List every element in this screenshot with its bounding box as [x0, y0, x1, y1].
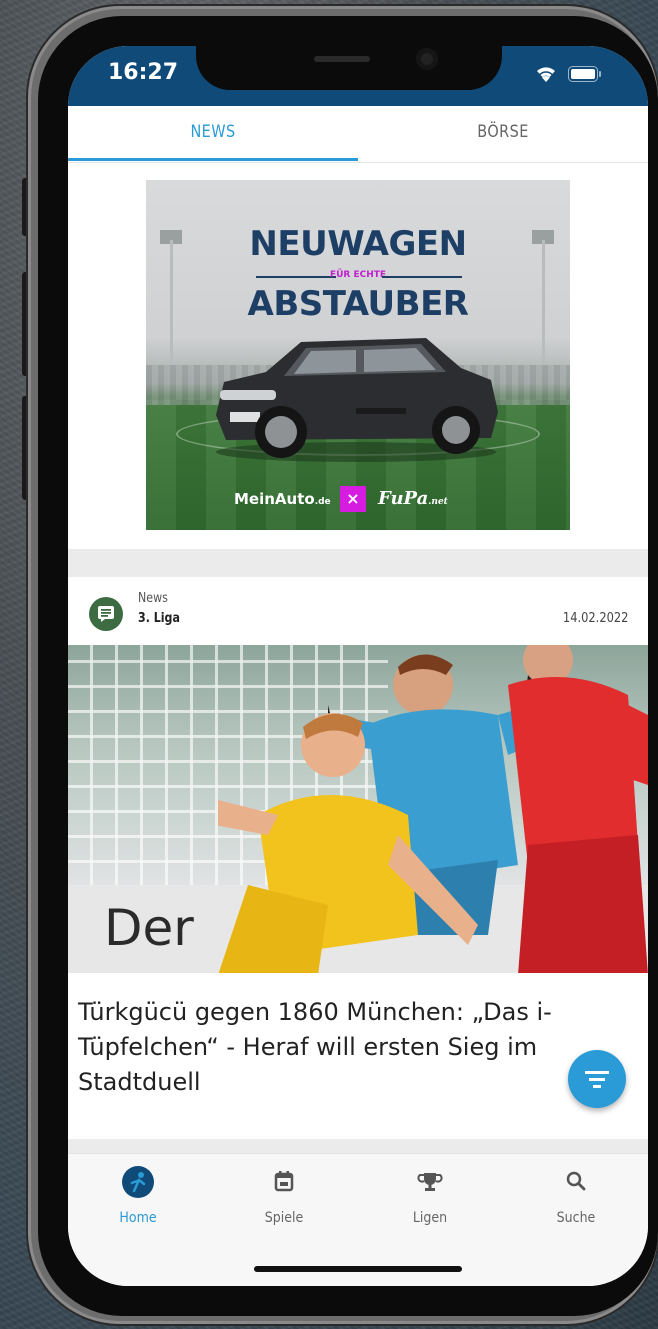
status-bar: 16:27	[68, 46, 648, 106]
notch	[196, 46, 502, 90]
ad-brand-fupa: FuPa.net	[378, 488, 448, 509]
nav-suche-label: Suche	[556, 1210, 596, 1226]
nav-home-label: Home	[119, 1210, 157, 1226]
home-ball-icon	[122, 1166, 154, 1198]
section-divider	[68, 549, 648, 577]
status-time: 16:27	[108, 60, 179, 85]
nav-spiele-label: Spiele	[264, 1210, 304, 1226]
news-league: 3. Liga	[138, 611, 180, 626]
news-date: 14.02.2022	[562, 611, 628, 626]
ad-title-line1: NEUWAGEN	[249, 224, 467, 264]
front-camera	[416, 48, 438, 70]
section-divider	[68, 1139, 648, 1153]
speaker	[314, 56, 370, 62]
filter-button[interactable]	[568, 1050, 626, 1108]
news-card[interactable]: News 3. Liga 14.02.2022 Der Türkgücü geg…	[68, 577, 648, 1137]
nav-ligen-label: Ligen	[412, 1210, 448, 1226]
home-indicator[interactable]	[254, 1266, 462, 1272]
ad-subtitle: FÜR ECHTE	[329, 270, 387, 280]
tab-news[interactable]: NEWS	[90, 106, 337, 162]
ad-banner[interactable]: NEUWAGEN FÜR ECHTE ABSTAUBER MeinAuto.de…	[146, 180, 570, 530]
news-category: News	[138, 591, 168, 606]
ad-footer: MeinAuto.de × FuPa.net	[146, 482, 570, 516]
banner-text: Der	[104, 899, 194, 957]
yellow-player-figure	[218, 713, 478, 973]
ad-title-line2: ABSTAUBER	[247, 284, 469, 324]
wifi-icon	[537, 67, 555, 82]
app-screen: 16:27 NEWS BÖRSE NEUWAGEN FÜR ECHTE ABST…	[68, 46, 648, 1286]
tab-boerse[interactable]: BÖRSE	[380, 106, 627, 162]
nav-ligen[interactable]: Ligen	[380, 1166, 480, 1236]
battery-icon	[568, 66, 601, 82]
trophy-icon	[417, 1173, 443, 1191]
news-photo[interactable]: Der	[68, 645, 648, 973]
ad-subtitle-rule	[382, 276, 462, 278]
active-tab-indicator	[68, 158, 358, 161]
nav-spiele[interactable]: Spiele	[234, 1166, 334, 1236]
nav-suche[interactable]: Suche	[526, 1166, 626, 1236]
ad-brand-meinauto: MeinAuto.de	[234, 490, 331, 508]
news-headline[interactable]: Türkgücü gegen 1860 München: „Das i-Tüpf…	[78, 995, 598, 1100]
message-icon	[98, 606, 114, 622]
news-category-icon	[89, 597, 123, 631]
car-image	[216, 338, 498, 462]
top-tabs: NEWS BÖRSE	[68, 106, 648, 163]
search-icon	[566, 1171, 586, 1191]
filter-icon	[585, 1071, 609, 1088]
ad-cross-badge: ×	[340, 486, 366, 512]
red-player-figure	[508, 645, 648, 973]
ad-section: NEUWAGEN FÜR ECHTE ABSTAUBER MeinAuto.de…	[68, 163, 648, 549]
nav-home[interactable]: Home	[88, 1166, 188, 1236]
calendar-icon	[274, 1171, 294, 1192]
